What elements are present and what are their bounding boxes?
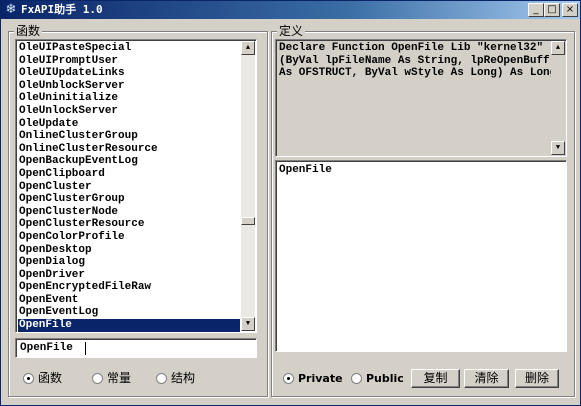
radio-dot <box>156 373 167 384</box>
definition-text: Declare Function OpenFile Lib "kernel32"… <box>279 42 557 80</box>
definition-scrollbar[interactable]: ▲ ▼ <box>551 41 565 155</box>
app-window: ❄ FxAPI助手 1.0 _ □ × 函数 OleUIPasteSpecial… <box>0 0 581 406</box>
arrow-down-icon[interactable]: ▼ <box>551 141 565 155</box>
list-item[interactable]: OpenEventLog <box>18 306 240 319</box>
radio-struct-label: 结构 <box>171 371 196 385</box>
list-item[interactable]: OpenDialog <box>18 256 240 269</box>
output-box[interactable]: OpenFile <box>275 160 567 352</box>
arrow-down-icon[interactable]: ▼ <box>241 317 255 331</box>
radio-private-label: Private <box>298 372 343 385</box>
scrollbar-thumb[interactable] <box>241 217 255 225</box>
radio-public[interactable]: Public <box>351 371 404 386</box>
list-item[interactable]: OleUnlockServer <box>18 105 240 118</box>
list-item[interactable]: OpenDesktop <box>18 244 240 257</box>
maximize-button[interactable]: □ <box>544 3 560 17</box>
output-text: OpenFile <box>279 164 332 176</box>
list-item[interactable]: OpenClusterGroup <box>18 193 240 206</box>
minimize-button[interactable]: _ <box>528 3 544 17</box>
function-list[interactable]: OleUIPasteSpecial OleUIPromptUser OleUIUpd… <box>15 39 257 333</box>
list-item[interactable]: OpenEvent <box>18 294 240 307</box>
window-title: FxAPI助手 1.0 <box>21 3 103 16</box>
list-item[interactable]: OpenDriver <box>18 269 240 282</box>
search-input[interactable]: OpenFile <box>15 338 257 358</box>
title-bar[interactable]: ❄ FxAPI助手 1.0 _ □ × <box>1 1 580 19</box>
radio-dot <box>23 373 34 384</box>
list-item[interactable]: OleUpdate <box>18 118 240 131</box>
snowflake-icon: ❄ <box>5 2 17 17</box>
list-item[interactable]: OleUnblockServer <box>18 80 240 93</box>
text-caret <box>85 342 86 355</box>
radio-public-label: Public <box>366 372 404 385</box>
radio-dot <box>283 373 294 384</box>
clear-button[interactable]: 清除 <box>464 369 509 388</box>
function-group-label: 函数 <box>14 24 43 38</box>
list-item[interactable]: OleUIPromptUser <box>18 55 240 68</box>
radio-struct[interactable]: 结构 <box>156 371 195 385</box>
list-item[interactable]: OleUIPasteSpecial <box>18 42 240 55</box>
list-item[interactable]: OpenClusterResource <box>18 218 240 231</box>
list-item[interactable]: OpenClipboard <box>18 168 240 181</box>
radio-function-label: 函数 <box>38 371 63 385</box>
list-item[interactable]: OpenBackupEventLog <box>18 155 240 168</box>
list-item[interactable]: OpenColorProfile <box>18 231 240 244</box>
list-item[interactable]: OpenEncryptedFileRaw <box>18 281 240 294</box>
arrow-up-icon[interactable]: ▲ <box>551 41 565 55</box>
radio-private[interactable]: Private <box>283 371 343 386</box>
function-list-items: OleUIPasteSpecial OleUIPromptUser OleUIUpd… <box>18 42 240 332</box>
radio-function[interactable]: 函数 <box>23 371 62 385</box>
radio-constant-label: 常量 <box>107 371 132 385</box>
definition-box[interactable]: Declare Function OpenFile Lib "kernel32"… <box>275 39 567 157</box>
list-item[interactable]: OpenClusterNode <box>18 206 240 219</box>
definition-group-label: 定义 <box>277 24 306 38</box>
list-item[interactable]: OleUninitialize <box>18 92 240 105</box>
arrow-up-icon[interactable]: ▲ <box>241 41 255 55</box>
search-input-value: OpenFile <box>20 342 73 354</box>
list-item[interactable]: OpenCluster <box>18 181 240 194</box>
delete-button[interactable]: 删除 <box>515 369 559 388</box>
radio-dot <box>92 373 103 384</box>
close-button[interactable]: × <box>562 3 578 17</box>
radio-dot <box>351 373 362 384</box>
function-list-scrollbar[interactable]: ▲ ▼ <box>241 41 255 331</box>
list-item[interactable]: OnlineClusterResource <box>18 143 240 156</box>
radio-constant[interactable]: 常量 <box>92 371 131 385</box>
list-item[interactable]: OpenFile <box>18 319 240 332</box>
list-item[interactable]: OleUIUpdateLinks <box>18 67 240 80</box>
copy-button[interactable]: 复制 <box>411 369 460 388</box>
list-item[interactable]: OnlineClusterGroup <box>18 130 240 143</box>
